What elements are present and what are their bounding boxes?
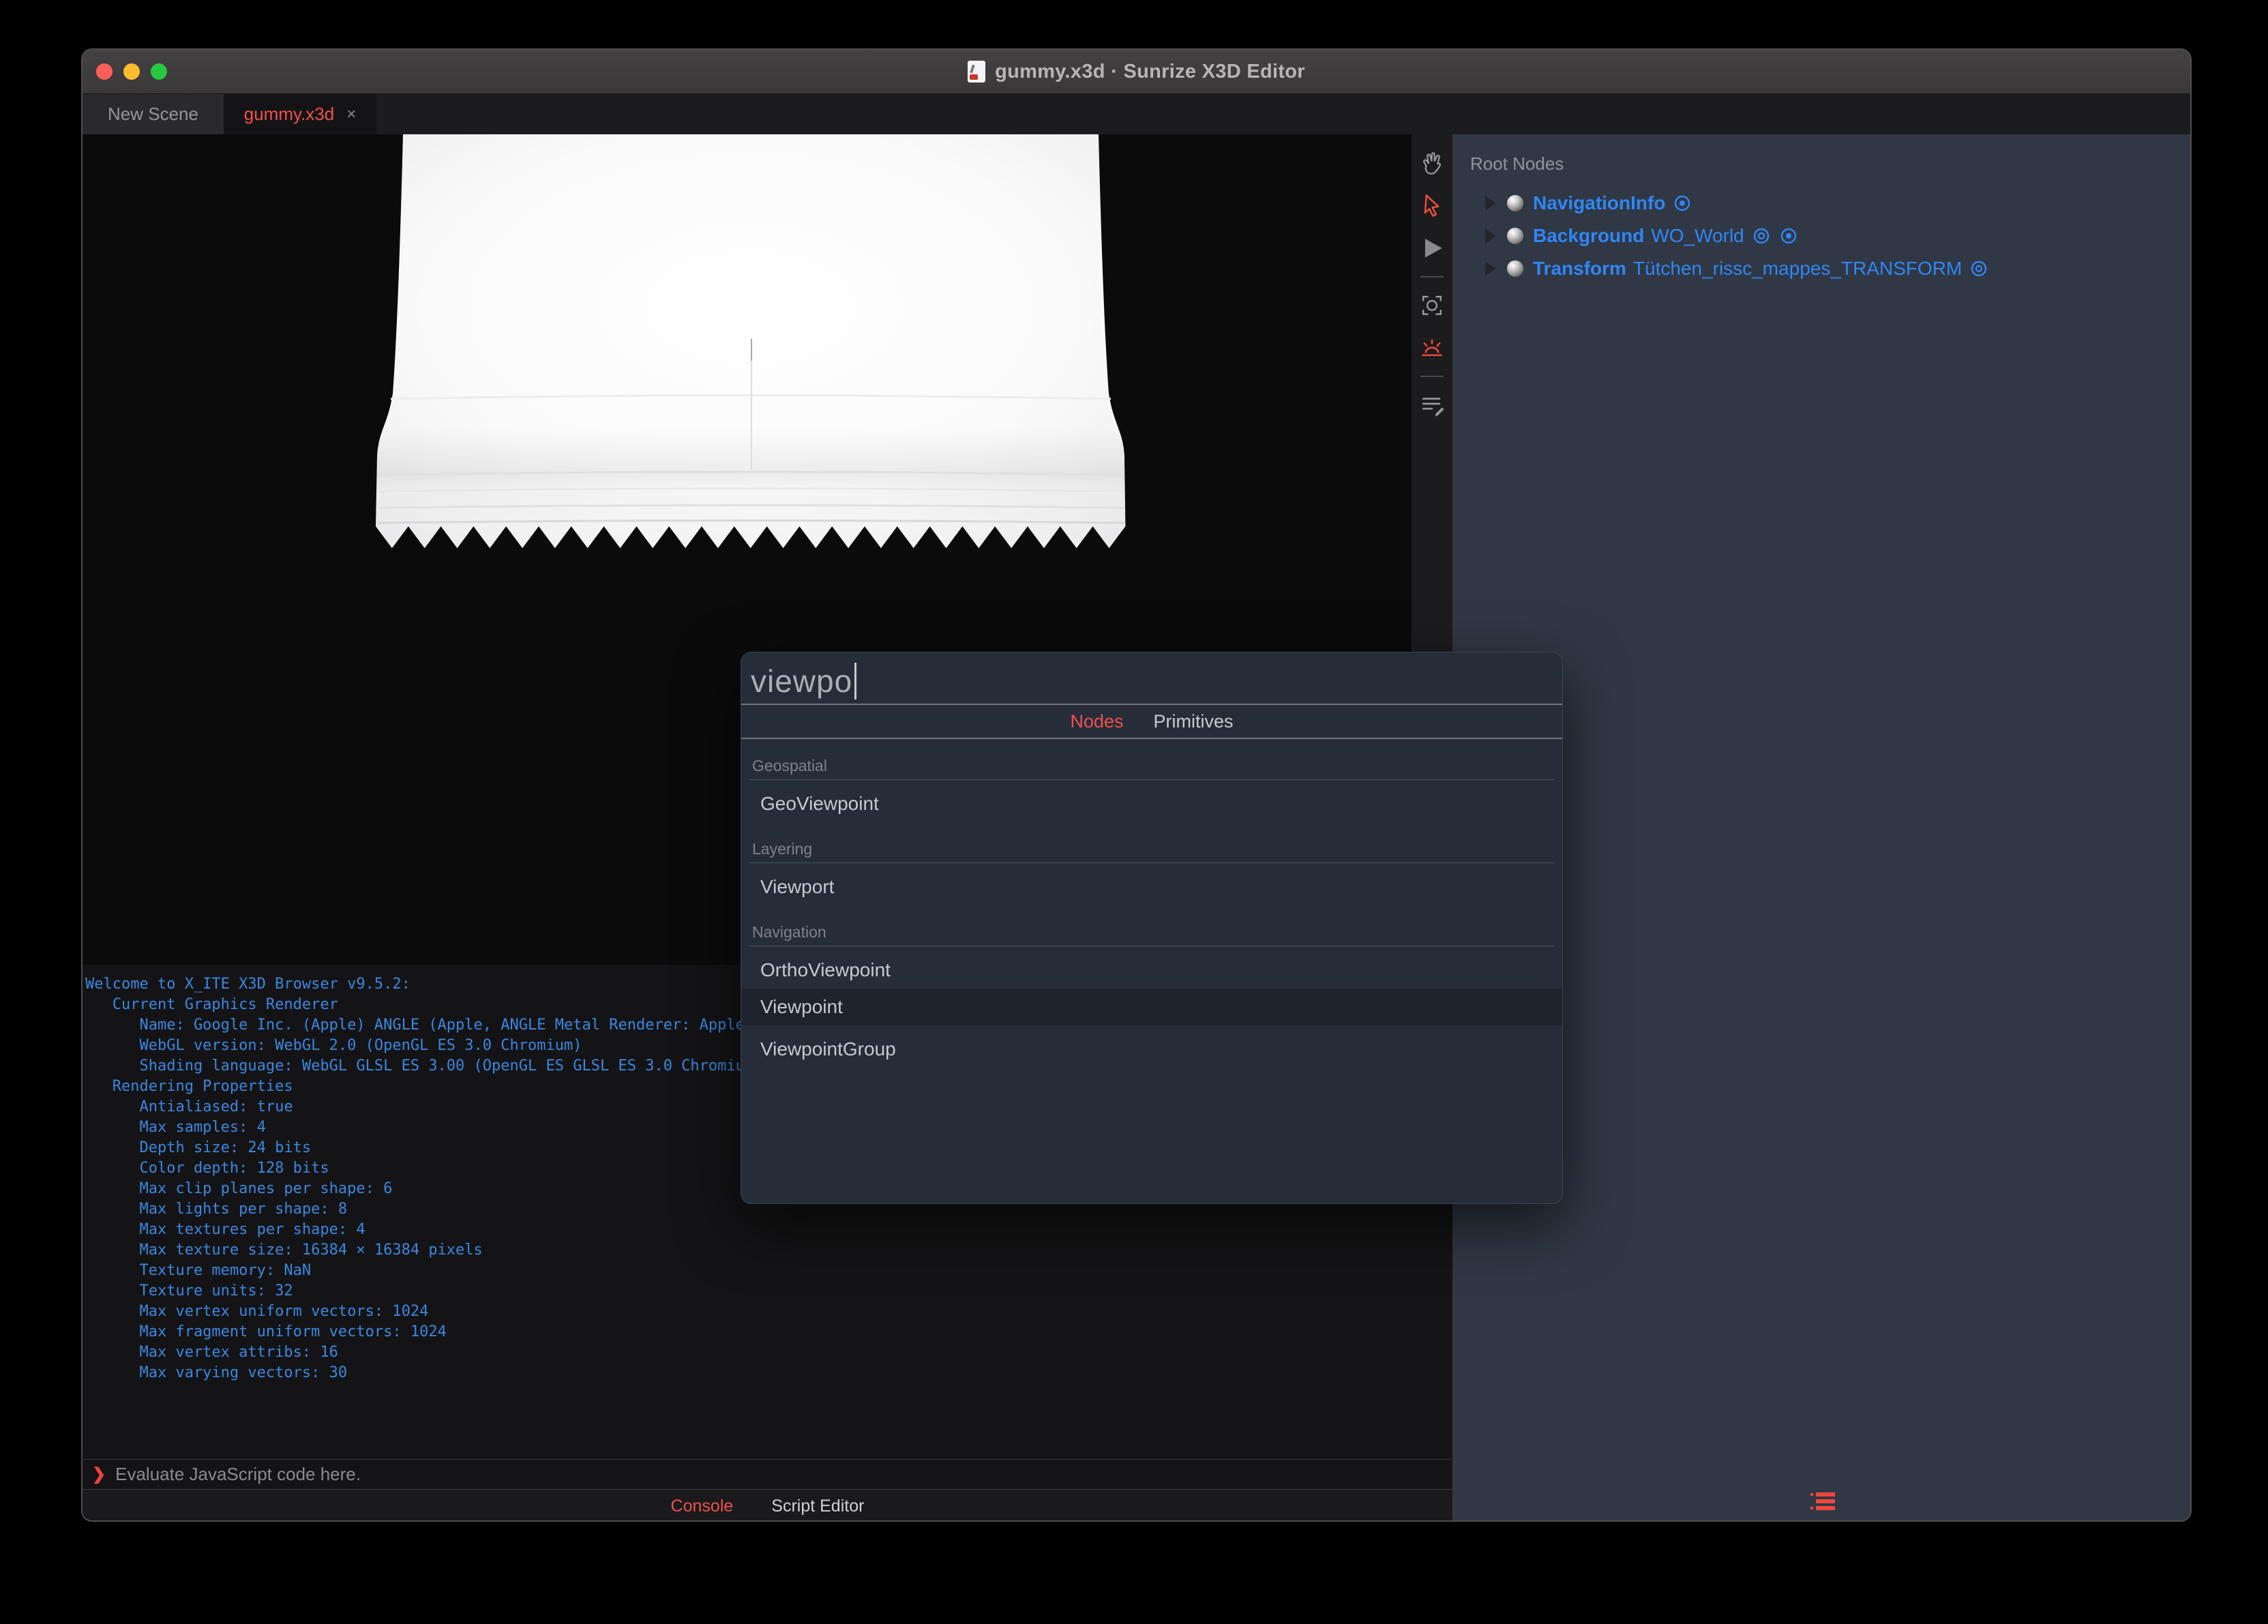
console-line: Max fragment uniform vectors: 1024 xyxy=(85,1323,447,1340)
outline-footer xyxy=(1452,1492,2190,1514)
tab-gummy-x3d-label: gummy.x3d xyxy=(243,104,335,124)
expand-caret-icon[interactable] xyxy=(1485,196,1496,211)
js-eval-placeholder: Evaluate JavaScript code here. xyxy=(115,1464,361,1484)
node-name[interactable]: Tütchen_rissc_mappes_TRANSFORM xyxy=(1633,258,1962,280)
console-line: Max vertex uniform vectors: 1024 xyxy=(85,1303,429,1320)
section-label: Layering xyxy=(749,840,1554,863)
node-type[interactable]: Transform xyxy=(1533,258,1626,280)
console-line: Max vertex attribs: 16 xyxy=(85,1344,338,1361)
console-tabbar: Console Script Editor xyxy=(83,1489,1452,1520)
visibility-icon[interactable] xyxy=(1969,258,1989,279)
node-sphere-icon xyxy=(1507,260,1523,277)
node-type[interactable]: NavigationInfo xyxy=(1533,192,1665,214)
titlebar: gummy.x3d · Sunrize X3D Editor xyxy=(83,50,2190,94)
node-search-input[interactable]: viewpo xyxy=(741,652,1562,705)
tab-script-editor[interactable]: Script Editor xyxy=(771,1497,864,1516)
section-label: Geospatial xyxy=(749,757,1554,780)
pan-hand-tool-button[interactable] xyxy=(1414,142,1450,185)
tab-console[interactable]: Console xyxy=(671,1497,734,1516)
tab-close-icon[interactable]: × xyxy=(346,105,356,124)
node-sphere-icon xyxy=(1507,228,1523,244)
outline-panel: Root Nodes NavigationInfo Background WO_… xyxy=(1452,134,2190,1520)
select-arrow-tool-button[interactable] xyxy=(1414,185,1450,227)
tree-row-navigationinfo[interactable]: NavigationInfo xyxy=(1452,187,2190,220)
script-edit-icon xyxy=(1422,397,1444,417)
bound-icon[interactable] xyxy=(1778,226,1799,246)
zoom-window-button[interactable] xyxy=(151,63,167,80)
app-window: gummy.x3d · Sunrize X3D Editor New Scene… xyxy=(81,48,2192,1522)
outline-list-icon[interactable] xyxy=(1810,1492,1835,1514)
toolbar-divider xyxy=(1420,376,1444,377)
section-label: Navigation xyxy=(749,923,1554,946)
dialog-item-viewpointgroup[interactable]: ViewpointGroup xyxy=(741,1031,1562,1068)
dialog-section-navigation: Navigation OrthoViewpoint Viewpoint View… xyxy=(741,923,1562,1068)
node-name[interactable]: WO_World xyxy=(1651,225,1744,247)
visibility-icon[interactable] xyxy=(1751,226,1772,246)
js-eval-input[interactable]: ❯ Evaluate JavaScript code here. xyxy=(83,1459,1452,1489)
text-caret xyxy=(854,663,857,700)
expand-caret-icon[interactable] xyxy=(1485,261,1496,276)
select-arrow-icon xyxy=(1424,194,1439,217)
light-icon xyxy=(1421,339,1443,357)
console-line: Max textures per shape: 4 xyxy=(85,1221,365,1238)
minimize-window-button[interactable] xyxy=(123,63,140,80)
dialog-item-viewpoint[interactable]: Viewpoint xyxy=(741,989,1562,1025)
bound-icon[interactable] xyxy=(1672,193,1692,213)
dialog-tab-primitives[interactable]: Primitives xyxy=(1154,711,1234,732)
dialog-tab-nodes[interactable]: Nodes xyxy=(1070,711,1123,732)
console-line: Max varying vectors: 30 xyxy=(85,1364,348,1381)
node-tree: NavigationInfo Background WO_World Trans… xyxy=(1452,187,2190,285)
screenshot-icon xyxy=(1422,295,1442,316)
console-line: Texture memory: NaN xyxy=(85,1262,312,1279)
traffic-lights xyxy=(96,50,167,93)
outline-header: Root Nodes xyxy=(1470,153,1564,174)
dialog-item-viewport[interactable]: Viewport xyxy=(741,869,1562,905)
play-icon xyxy=(1424,239,1442,258)
tree-row-transform[interactable]: Transform Tütchen_rissc_mappes_TRANSFORM xyxy=(1452,252,2190,285)
script-editor-tool-button[interactable] xyxy=(1414,384,1450,426)
window-title-group: gummy.x3d · Sunrize X3D Editor xyxy=(968,61,1305,83)
window-title: gummy.x3d · Sunrize X3D Editor xyxy=(995,60,1305,82)
node-type[interactable]: Background xyxy=(1533,225,1644,247)
tab-new-scene[interactable]: New Scene xyxy=(83,94,224,134)
dialog-item-geoviewpoint[interactable]: GeoViewpoint xyxy=(741,785,1562,822)
dialog-section-geospatial: Geospatial GeoViewpoint xyxy=(741,757,1562,822)
tab-new-scene-label: New Scene xyxy=(108,104,198,124)
dialog-tabbar: Nodes Primitives xyxy=(741,705,1562,739)
play-tool-button[interactable] xyxy=(1414,227,1450,269)
dialog-section-layering: Layering Viewport xyxy=(741,840,1562,905)
tab-gummy-x3d[interactable]: gummy.x3d × xyxy=(224,94,376,134)
screenshot-tool-button[interactable] xyxy=(1414,284,1450,327)
node-sphere-icon xyxy=(1507,195,1523,211)
close-window-button[interactable] xyxy=(96,63,113,80)
dialog-item-orthoviewpoint[interactable]: OrthoViewpoint xyxy=(741,952,1562,989)
toolbar-divider xyxy=(1420,276,1444,277)
x3d-file-icon xyxy=(968,61,986,82)
console-line: Max texture size: 16384 × 16384 pixels xyxy=(85,1242,483,1259)
tree-row-background[interactable]: Background WO_World xyxy=(1452,220,2190,252)
node-search-query: viewpo xyxy=(751,663,853,699)
expand-caret-icon[interactable] xyxy=(1485,228,1496,243)
main-content: Welcome to X_ITE X3D Browser v9.5.2: Cur… xyxy=(83,134,2190,1520)
console-line: Texture units: 32 xyxy=(85,1282,293,1299)
tabbar: New Scene gummy.x3d × xyxy=(83,94,2190,134)
pan-hand-icon xyxy=(1423,152,1441,175)
light-tool-button[interactable] xyxy=(1414,327,1450,369)
prompt-chevron-icon: ❯ xyxy=(92,1465,106,1484)
create-node-dialog: viewpo Nodes Primitives Geospatial GeoVi… xyxy=(741,652,1563,1204)
